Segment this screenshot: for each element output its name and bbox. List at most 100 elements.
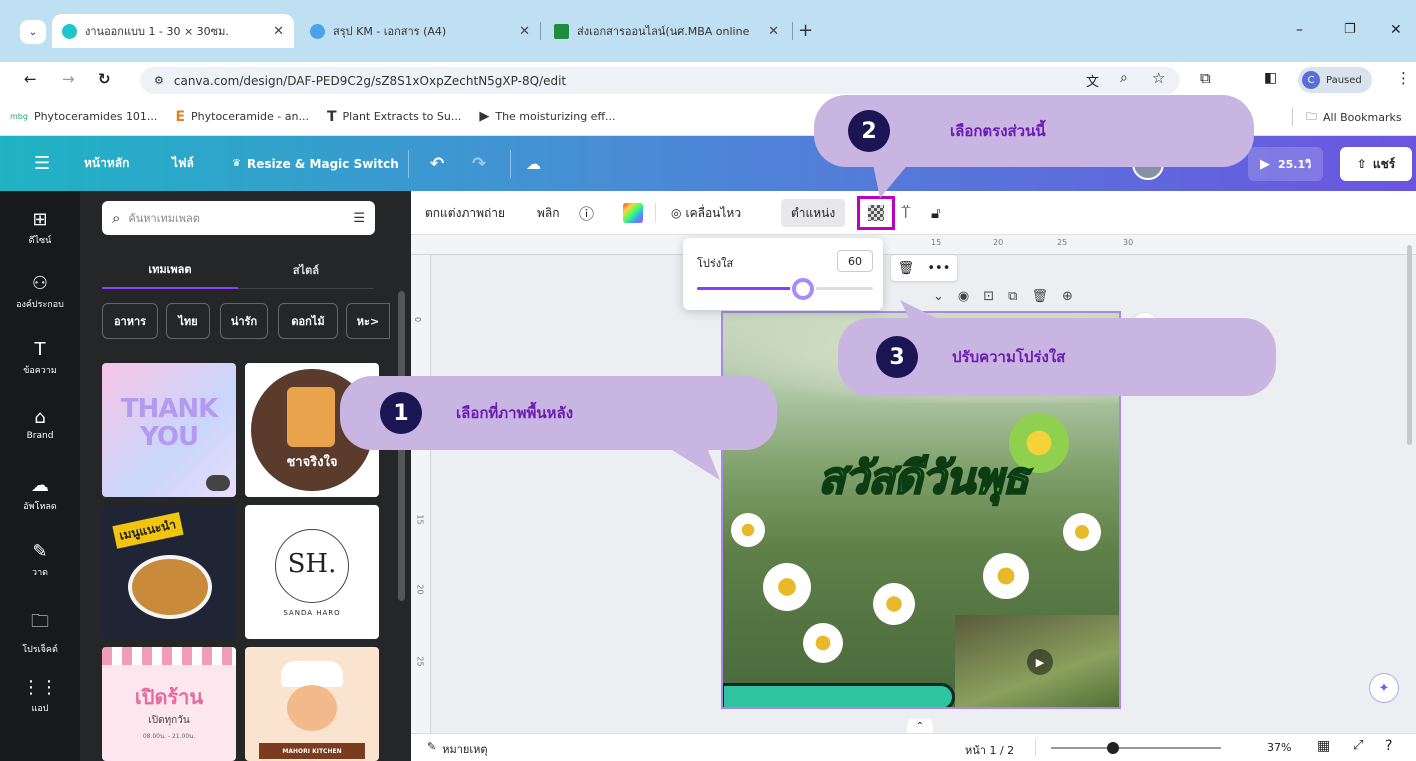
transparency-slider-track[interactable] [697,287,873,290]
undo-icon[interactable]: ↶ [430,136,444,191]
layout-icon: ⊞ [32,209,48,230]
bookmark-item[interactable]: ▶ The moisturizing eff... [479,109,615,124]
notes-label: หมายเหตุ [442,743,488,756]
all-bookmarks-button[interactable]: 🗀 All Bookmarks [1306,108,1402,127]
template-thumbnail[interactable]: เมนูแนะนำ [102,505,236,639]
resize-button[interactable]: ♛ Resize & Magic Switch [232,136,399,191]
forward-icon[interactable]: → [62,70,75,88]
extensions-icon[interactable]: ⧉ [1200,69,1211,87]
share-button[interactable]: ⇧ แชร์ [1340,147,1412,181]
animate-button[interactable]: ◎ เคลื่อนไหว [671,191,741,235]
zoom-level[interactable]: 37% [1267,741,1291,754]
rail-item-upload[interactable]: ☁ อัพโหลด [0,475,80,513]
template-thumbnail[interactable]: THANK YOU [102,363,236,497]
workspace-scrollbar[interactable] [1407,245,1412,445]
tab-mba-online[interactable]: ส่งเอกสารออนไลน์(นศ.MBA online ✕ [544,16,789,46]
grid-view-icon[interactable]: ▦ [1317,738,1330,754]
restore-icon[interactable]: ❐ [1344,22,1356,37]
filter-icon[interactable]: ☰ [353,211,365,226]
bookmark-item[interactable]: T Plant Extracts to Su... [327,109,461,125]
edit-photo-button[interactable]: ตกแต่งภาพถ่าย [425,191,505,235]
profile-button[interactable]: C Paused [1298,67,1372,93]
rail-item-projects[interactable]: 🗀 โปรเจ็คต์ [0,609,80,656]
url-field[interactable]: ⚙ canva.com/design/DAF-PED9C2g/sZ8S1xOxp… [140,67,1180,94]
zoom-slider-thumb[interactable] [1107,742,1119,754]
filter-chip[interactable]: ดอกไม้ [278,303,338,339]
notes-button[interactable]: ✎ หมายเหตุ [427,740,488,758]
bookmark-star-icon[interactable]: ☆ [1152,69,1165,87]
site-info-icon[interactable]: ⚙ [154,74,164,87]
lock-icon[interactable]: 🔓︎ [931,191,941,235]
template-text: เมนูแนะนำ [112,512,184,549]
chef-face-icon [287,685,337,731]
zoom-slider[interactable] [1051,747,1221,749]
present-button[interactable]: ▶ 25.1วิ [1248,147,1324,181]
tab-canva-design[interactable]: งานออกแบบ 1 - 30 × 30ซม. ✕ [52,14,294,48]
transparency-button[interactable] [857,196,895,230]
color-picker-icon[interactable] [623,203,643,223]
add-page-icon[interactable]: ⊕ [1062,289,1073,304]
rail-item-design[interactable]: ⊞ ดีไซน์ [0,209,80,247]
filter-chip[interactable]: ไทย [166,303,210,339]
side-panel-icon[interactable]: ◧ [1264,70,1277,86]
filter-chip[interactable]: น่ารัก [220,303,268,339]
minimize-icon[interactable]: – [1296,22,1303,38]
daisy-flower-icon [803,623,843,663]
text-icon: T [34,339,46,360]
all-bookmarks-label: All Bookmarks [1323,111,1402,124]
home-button[interactable]: หน้าหลัก [84,136,129,191]
rail-item-text[interactable]: T ข้อความ [0,339,80,377]
trash-icon[interactable]: 🗑︎ [898,261,915,276]
template-search-input[interactable]: ⌕ ค้นหาเทมเพลต ☰ [102,201,375,235]
template-thumbnail[interactable]: MAHORI KITCHEN [245,647,379,761]
more-options-icon[interactable]: ••• [927,261,950,276]
new-tab-icon[interactable]: + [798,20,813,41]
rail-item-elements[interactable]: ⚇ องค์ประกอบ [0,273,80,311]
headline-text[interactable]: สวัสดีวันพุธ [723,443,1119,513]
help-icon[interactable]: ? [1385,738,1392,754]
tab-km-doc[interactable]: สรุป KM - เอกสาร (A4) ✕ [300,16,540,46]
rail-item-draw[interactable]: ✎ วาด [0,541,80,579]
filter-chip[interactable]: อาหาร [102,303,158,339]
bookmark-item[interactable]: mbg Phytoceramides 101... [10,110,157,123]
rail-label: ข้อความ [23,366,57,376]
left-rail: ⊞ ดีไซน์ ⚇ องค์ประกอบ T ข้อความ ⌂ Brand ☁ อัพ… [0,191,80,761]
close-tab-icon[interactable]: ✕ [768,24,779,39]
redo-icon[interactable]: ↷ [472,136,486,191]
zoom-icon[interactable]: ⌕ [1120,70,1128,86]
fullscreen-icon[interactable]: ⤢ [1353,738,1363,753]
reload-icon[interactable]: ↻ [98,70,111,88]
transparency-value-input[interactable]: 60 [837,250,873,272]
transparency-slider-thumb[interactable] [791,278,814,300]
tab-styles[interactable]: สไตล์ [238,251,374,289]
close-window-icon[interactable]: ✕ [1390,22,1402,38]
hamburger-menu-icon[interactable]: ☰ [34,136,50,191]
back-icon[interactable]: ← [24,70,37,88]
rail-item-brand[interactable]: ⌂ Brand [0,407,80,441]
file-menu-button[interactable]: ไฟล์ [172,136,194,191]
page-indicator[interactable]: หน้า 1 / 2 [965,741,1014,759]
canva-favicon-icon [62,23,77,39]
close-tab-icon[interactable]: ✕ [273,24,284,39]
close-tab-icon[interactable]: ✕ [519,24,530,39]
filter-chip[interactable]: หะ> [346,303,390,339]
play-video-icon[interactable]: ▶ [1027,649,1053,675]
magic-sparkle-icon[interactable]: ✦ [1369,673,1399,703]
menu-icon[interactable]: ⋮ [1396,69,1411,87]
video-inset[interactable]: ▶ [955,615,1119,707]
template-thumbnail[interactable]: เปิดร้าน เปิดทุกวัน 08.00น. - 21.00น. [102,647,236,761]
bookmark-item[interactable]: E Phytoceramide - an... [175,109,309,125]
delete-page-icon[interactable]: 🗑︎ [1031,289,1048,304]
translate-icon[interactable]: 文 [1086,71,1099,90]
rail-item-apps[interactable]: ⋮⋮ แอป [0,677,80,715]
info-icon[interactable]: ⓘ [579,191,594,235]
tab-search-icon[interactable]: ⌄ [20,20,46,44]
tab-title: ส่งเอกสารออนไลน์(นศ.MBA online [577,25,750,38]
flip-button[interactable]: พลิก [537,191,560,235]
tab-templates[interactable]: เทมเพลต [102,251,238,289]
template-thumbnail[interactable]: SH. SANDA HARO [245,505,379,639]
duplicate-page-icon[interactable]: ⧉ [1008,289,1017,304]
position-button[interactable]: ตำแหน่ง [781,199,846,227]
chevron-up-icon[interactable]: ⌃ [907,719,933,733]
share-label: แชร์ [1372,156,1396,171]
